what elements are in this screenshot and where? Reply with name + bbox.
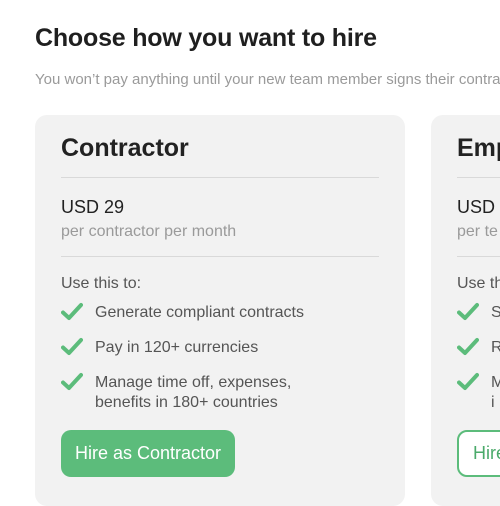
contractor-plan-card: Contractor USD 29 per contractor per mon… xyxy=(35,115,405,506)
check-icon xyxy=(61,338,83,355)
check-icon xyxy=(61,303,83,320)
hire-options-page: Choose how you want to hire You won’t pa… xyxy=(0,0,500,506)
page-subtitle: You won’t pay anything until your new te… xyxy=(35,71,500,88)
feature-list: S R M i xyxy=(457,303,500,413)
feature-text: Generate compliant contracts xyxy=(95,304,304,321)
check-icon xyxy=(457,338,479,355)
hire-as-employee-button[interactable]: Hire xyxy=(457,430,500,477)
hire-as-contractor-button[interactable]: Hire as Contractor xyxy=(61,430,236,477)
feature-text: M i xyxy=(491,374,500,411)
feature-text: Manage time off, expenses, benefits in 1… xyxy=(95,374,292,411)
plan-price: USD 29 xyxy=(61,197,125,217)
plan-price-unit: per te xyxy=(457,223,498,240)
feature-item: R xyxy=(457,338,500,358)
use-this-label: Use th xyxy=(457,275,500,292)
check-icon xyxy=(61,373,83,390)
check-icon xyxy=(457,303,479,320)
check-icon xyxy=(457,373,479,390)
feature-item: Pay in 120+ currencies xyxy=(61,338,379,358)
feature-item: Generate compliant contracts xyxy=(61,303,379,323)
divider xyxy=(457,256,500,257)
feature-text: S xyxy=(491,304,500,321)
divider xyxy=(457,177,500,178)
use-this-label: Use this to: xyxy=(61,275,142,292)
feature-item: M i xyxy=(457,373,500,413)
divider xyxy=(61,256,379,257)
plan-title: Contractor xyxy=(61,134,189,162)
plan-price-unit: per contractor per month xyxy=(61,223,237,240)
page-title: Choose how you want to hire xyxy=(35,24,377,52)
employee-plan-card: Emp USD per te Use th S R M i Hire xyxy=(431,115,500,506)
feature-item: Manage time off, expenses, benefits in 1… xyxy=(61,373,379,413)
plan-title: Emp xyxy=(457,134,500,162)
plan-price: USD xyxy=(457,197,496,217)
divider xyxy=(61,177,379,178)
feature-text: R xyxy=(491,339,500,356)
feature-item: S xyxy=(457,303,500,323)
feature-text: Pay in 120+ currencies xyxy=(95,339,259,356)
feature-list: Generate compliant contracts Pay in 120+… xyxy=(61,303,379,413)
